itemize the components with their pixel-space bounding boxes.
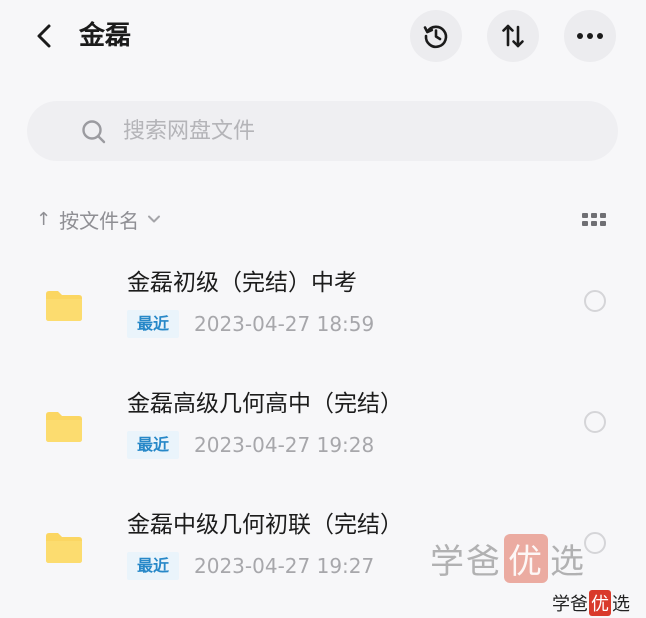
search-bar[interactable] [27,101,618,161]
select-radio[interactable] [584,532,606,554]
watermark-text: 学爸 [430,541,502,582]
file-name: 金磊中级几何初联（完结） [127,512,403,538]
top-bar: 金磊 [0,0,646,72]
watermark-highlight: 优 [504,533,548,583]
select-radio[interactable] [584,290,606,312]
history-button[interactable] [410,10,462,62]
sort-direction-arrow: ↑ [36,208,52,230]
select-radio[interactable] [584,411,606,433]
file-row[interactable]: 金磊高级几何高中（完结） 最近 2023-04-27 19:28 [0,373,646,473]
watermark-text: 学爸 [552,594,588,615]
file-timestamp: 2023-04-27 18:59 [194,312,375,336]
recent-badge: 最近 [127,310,180,338]
file-timestamp: 2023-04-27 19:27 [194,554,375,578]
folder-icon [46,291,82,321]
watermark-highlight: 优 [589,590,611,616]
sort-selector[interactable]: ↑ 按文件名 [36,204,161,234]
sort-button[interactable] [487,10,539,62]
file-row[interactable]: 金磊初级（完结）中考 最近 2023-04-27 18:59 [0,252,646,352]
file-name: 金磊初级（完结）中考 [127,270,357,296]
recent-badge: 最近 [127,552,180,580]
history-icon [423,25,448,49]
more-button[interactable] [564,10,616,62]
file-timestamp: 2023-04-27 19:28 [194,433,375,457]
chevron-left-icon [37,24,51,48]
back-button[interactable] [28,18,60,54]
view-toggle-button[interactable] [582,210,606,230]
folder-icon [46,533,82,563]
sort-label: 按文件名 [59,208,140,233]
more-icon [577,33,603,39]
grid-view-icon [582,213,606,226]
search-icon [82,120,106,144]
watermark-large: 学爸 优 选 [430,533,586,583]
watermark-text: 选 [550,541,586,582]
recent-badge: 最近 [127,431,180,459]
file-name: 金磊高级几何高中（完结） [127,391,403,417]
watermark-text: 选 [612,594,630,615]
folder-icon [46,412,82,442]
chevron-down-icon [148,215,161,223]
search-input[interactable] [123,111,593,151]
watermark-small: 学爸 优 选 [552,590,630,616]
sort-icon [502,24,524,48]
page-title: 金磊 [79,21,132,51]
